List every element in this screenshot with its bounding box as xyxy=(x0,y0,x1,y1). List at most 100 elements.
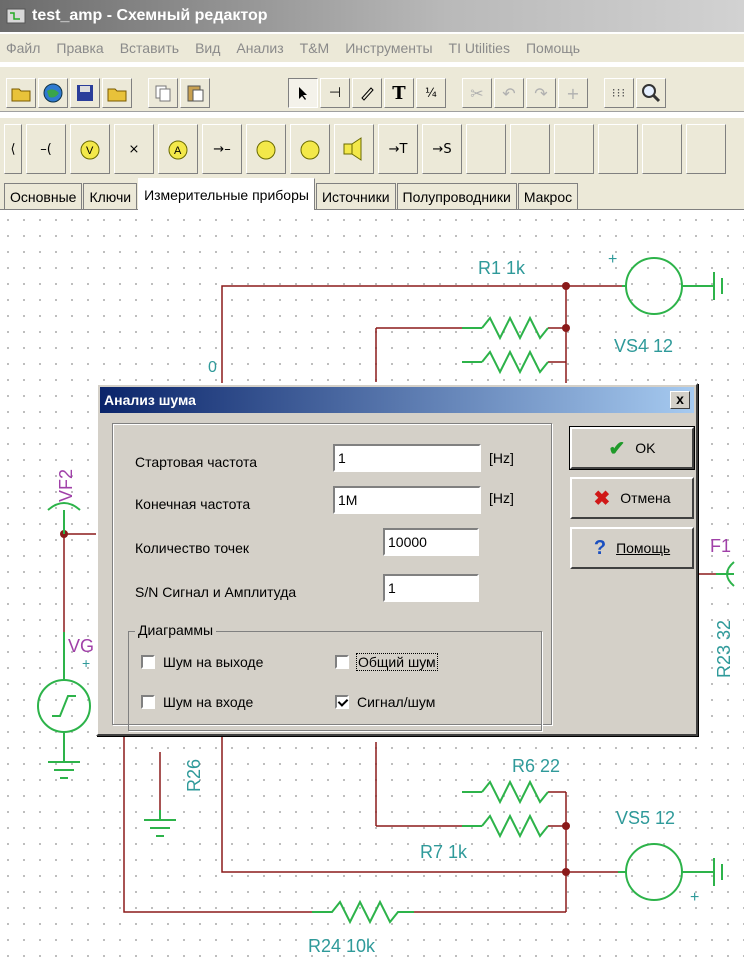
main-toolbar: ⊣ T ¼ ✂ ↶ ↷ + ⁝⁝⁝ xyxy=(0,66,744,112)
window-titlebar: test_amp - Схемный редактор xyxy=(0,0,744,32)
component-empty-slot-2[interactable] xyxy=(510,124,550,174)
tab-sources[interactable]: Источники xyxy=(315,183,396,209)
tab-meters[interactable]: Измерительные приборы xyxy=(138,178,315,210)
copy-button[interactable] xyxy=(148,78,178,108)
select-arrow-button[interactable] xyxy=(288,78,318,108)
label-vg: VG xyxy=(68,636,94,656)
menubar: Файл Правка Вставить Вид Анализ T&M Инст… xyxy=(0,34,744,62)
open-button[interactable] xyxy=(102,78,132,108)
component-terminal-s-button[interactable]: →S xyxy=(422,124,462,174)
text-button[interactable]: T xyxy=(384,78,414,108)
tab-macros[interactable]: Макрос xyxy=(517,183,579,209)
arrow-pointer-icon xyxy=(299,87,307,100)
menu-analysis[interactable]: Анализ xyxy=(228,40,291,56)
menu-insert[interactable]: Вставить xyxy=(112,40,187,56)
label-vs5: VS5 12 xyxy=(616,808,675,828)
wattmeter-icon xyxy=(256,140,276,160)
crosshair-icon: + xyxy=(566,83,580,103)
menu-file[interactable]: Файл xyxy=(0,40,48,56)
cancel-label: Отмена xyxy=(620,490,671,506)
grid-button[interactable]: ⁝⁝⁝ xyxy=(604,78,634,108)
switch-icon: ⨯ xyxy=(128,141,140,157)
component-speaker-button[interactable] xyxy=(334,124,374,174)
component-empty-slot-5[interactable] xyxy=(642,124,682,174)
chevron-left-icon: ⟨ xyxy=(10,141,16,156)
end-frequency-input[interactable] xyxy=(333,486,481,514)
folder-open-icon xyxy=(11,88,31,102)
component-switch-button[interactable]: ⨯ xyxy=(114,124,154,174)
menu-tools[interactable]: Инструменты xyxy=(337,40,440,56)
open-folder-button[interactable] xyxy=(6,78,36,108)
component-terminal-t-button[interactable]: →T xyxy=(378,124,418,174)
fraction-button[interactable]: ¼ xyxy=(416,78,446,108)
menu-view[interactable]: Вид xyxy=(187,40,228,56)
folder-icon xyxy=(107,88,127,102)
ammeter-letter: A xyxy=(174,145,182,157)
component-ground-button[interactable]: –( xyxy=(26,124,66,174)
output-noise-checkbox[interactable]: Шум на выходе xyxy=(141,654,263,670)
redo-icon: ↷ xyxy=(534,83,548,103)
voltmeter-icon: V xyxy=(80,140,100,160)
end-frequency-label: Конечная частота xyxy=(135,496,251,512)
redo-button[interactable]: ↷ xyxy=(526,78,556,108)
antenna-icon: –( xyxy=(40,141,52,157)
save-button[interactable] xyxy=(70,78,100,108)
component-ammeter-button[interactable]: A xyxy=(158,124,198,174)
red-x-icon: ✖ xyxy=(593,487,611,510)
snr-checkbox-box[interactable] xyxy=(335,695,349,709)
component-wattmeter-button[interactable] xyxy=(246,124,286,174)
label-r23: R23 32 xyxy=(714,620,734,678)
menu-tm[interactable]: T&M xyxy=(292,40,338,56)
label-r1: R1 1k xyxy=(478,258,526,278)
input-noise-checkbox-box[interactable] xyxy=(141,695,155,709)
menu-ti-utilities[interactable]: TI Utilities xyxy=(441,40,518,56)
component-empty-slot-4[interactable] xyxy=(598,124,638,174)
help-button[interactable]: ? Помощь xyxy=(570,527,694,569)
tab-basic[interactable]: Основные xyxy=(4,183,83,209)
label-vs4: VS4 12 xyxy=(614,336,673,356)
tab-switches[interactable]: Ключи xyxy=(83,183,138,209)
scroll-left-button[interactable]: ⟨ xyxy=(4,124,22,174)
input-noise-label: Шум на входе xyxy=(163,694,254,710)
component-empty-slot-6[interactable] xyxy=(686,124,726,174)
pencil-button[interactable] xyxy=(352,78,382,108)
input-noise-checkbox[interactable]: Шум на входе xyxy=(141,694,253,710)
component-empty-slot-1[interactable] xyxy=(466,124,506,174)
close-button[interactable]: x xyxy=(670,391,690,409)
close-icon: x xyxy=(676,391,684,407)
menu-edit[interactable]: Правка xyxy=(48,40,111,56)
output-noise-checkbox-box[interactable] xyxy=(141,655,155,669)
component-ohmmeter-button[interactable] xyxy=(290,124,330,174)
noise-analysis-dialog: Анализ шума x Стартовая частота [Hz] Кон… xyxy=(96,383,698,736)
component-toolbar: ⟨ –( V ⨯ A →– →T →S xyxy=(0,118,744,178)
ok-button[interactable]: ✔ OK xyxy=(569,426,695,470)
snr-checkbox[interactable]: Сигнал/шум xyxy=(335,694,435,710)
tab-semiconductors[interactable]: Полупроводники xyxy=(396,183,517,209)
paste-icon xyxy=(187,85,204,102)
total-noise-checkbox[interactable]: Общий шум xyxy=(335,653,438,671)
component-voltmeter-button[interactable]: V xyxy=(70,124,110,174)
start-frequency-input[interactable] xyxy=(333,444,481,472)
cut-button[interactable]: ✂ xyxy=(462,78,492,108)
component-arrow-button[interactable]: →– xyxy=(202,124,242,174)
cancel-button[interactable]: ✖ Отмена xyxy=(570,477,694,519)
points-count-input[interactable] xyxy=(383,528,479,556)
menu-help[interactable]: Помощь xyxy=(518,40,588,56)
total-noise-checkbox-box[interactable] xyxy=(335,655,349,669)
dialog-titlebar[interactable]: Анализ шума x xyxy=(100,387,694,413)
zoom-button[interactable] xyxy=(636,78,666,108)
undo-button[interactable]: ↶ xyxy=(494,78,524,108)
label-vf2: VF2 xyxy=(56,469,76,502)
globe-icon xyxy=(43,83,63,103)
sn-amplitude-input[interactable] xyxy=(383,574,479,602)
web-button[interactable] xyxy=(38,78,68,108)
wire-button[interactable]: ⊣ xyxy=(320,78,350,108)
sn-amplitude-label: S/N Сигнал и Амплитуда xyxy=(135,584,297,600)
label-vs4-plus: + xyxy=(608,251,617,268)
arrow-right-icon: →– xyxy=(213,141,231,157)
start-frequency-label: Стартовая частота xyxy=(135,454,258,470)
speaker-icon xyxy=(343,137,362,161)
paste-button[interactable] xyxy=(180,78,210,108)
crosshair-button[interactable]: + xyxy=(558,78,588,108)
component-empty-slot-3[interactable] xyxy=(554,124,594,174)
